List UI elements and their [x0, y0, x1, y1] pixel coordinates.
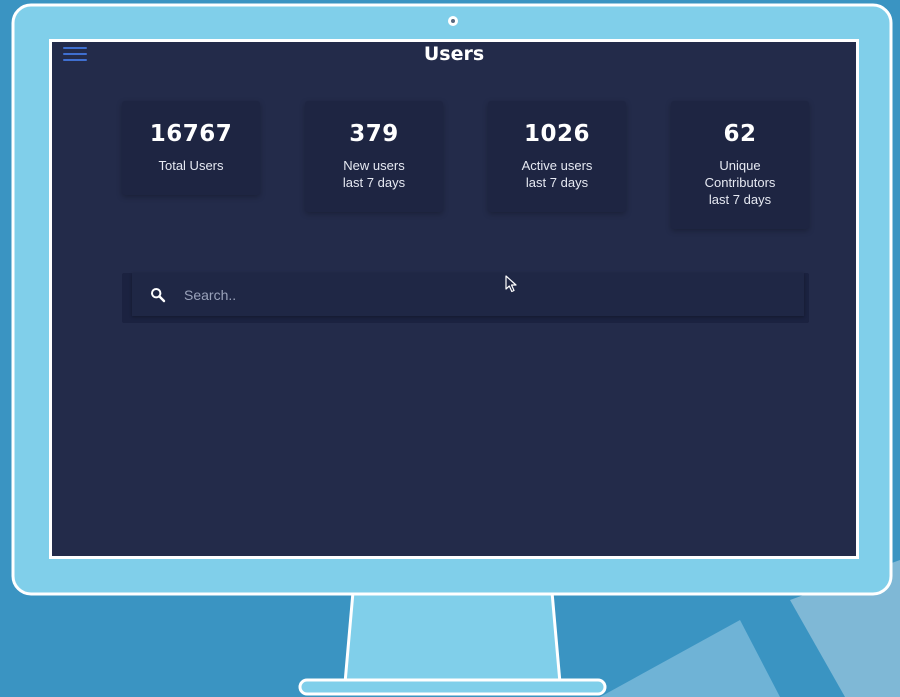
stat-card-total-users: 16767 Total Users	[122, 101, 260, 195]
search-input[interactable]	[184, 281, 784, 309]
stat-label: Unique Contributors last 7 days	[704, 158, 776, 207]
stat-value: 16767	[149, 121, 233, 147]
stat-card-new-users: 379 New users last 7 days	[305, 101, 443, 212]
monitor-stand	[343, 590, 562, 685]
stat-label: New users last 7 days	[342, 158, 406, 190]
stat-value: 379	[349, 121, 399, 147]
scene: Users 16767 Total Users 379 New users la…	[0, 0, 900, 697]
stat-card-unique-contributors: 62 Unique Contributors last 7 days	[671, 101, 809, 229]
search-field[interactable]	[132, 273, 804, 316]
search-icon[interactable]	[150, 287, 166, 303]
mouse-pointer-icon	[505, 275, 517, 293]
webcam-icon	[448, 16, 458, 26]
app-screen: Users 16767 Total Users 379 New users la…	[52, 42, 856, 556]
background-shape	[600, 620, 780, 697]
stat-card-active-users: 1026 Active users last 7 days	[488, 101, 626, 212]
stat-value: 62	[723, 121, 757, 147]
stat-label: Active users last 7 days	[521, 158, 593, 190]
stat-label: Total Users	[158, 158, 224, 173]
search-bar	[122, 273, 809, 323]
page-title: Users	[423, 43, 485, 65]
stat-value: 1026	[523, 121, 590, 147]
monitor-base	[298, 678, 607, 696]
